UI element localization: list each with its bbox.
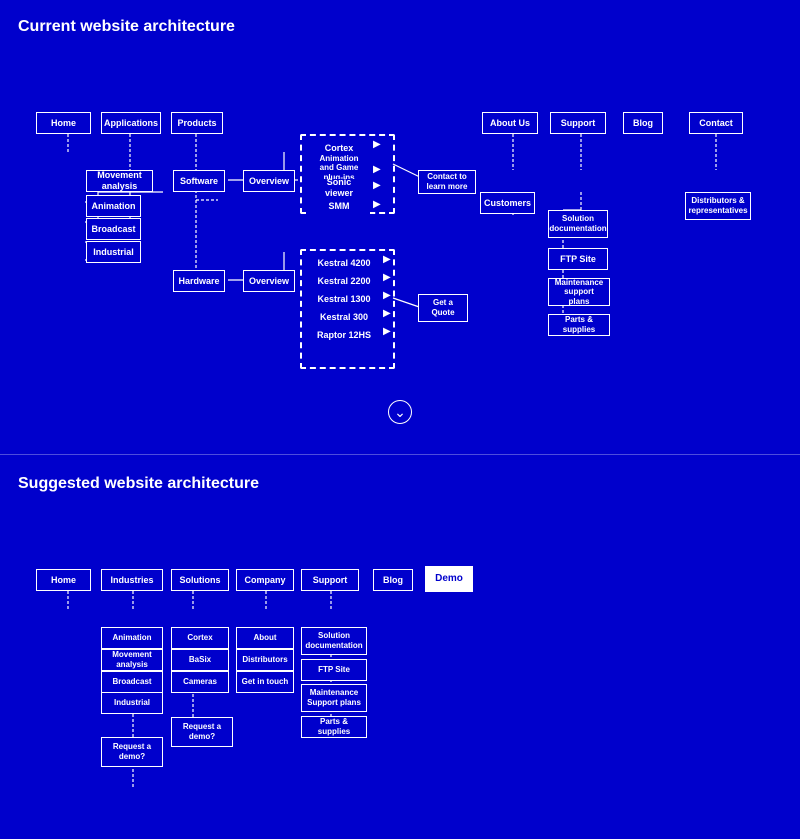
node-home: Home [36, 112, 91, 134]
section-suggested-title: Suggested website architecture [18, 475, 782, 493]
node-parts-supplies: Parts & supplies [548, 314, 610, 336]
section-divider [0, 454, 800, 455]
node2-request-demo2: Request a demo? [171, 717, 233, 747]
node-solution-doc: Solution documentation [548, 210, 608, 238]
node-sonic-viewer: Sonic viewer [308, 179, 370, 197]
node-get-quote: Get a Quote [418, 294, 468, 322]
node-kestral2200: Kestral 2200 [308, 272, 380, 290]
node2-solution-doc: Solution documentation [301, 627, 367, 655]
node-contact-learn: Contact to learn more [418, 170, 476, 194]
node-overview2: Overview [243, 270, 295, 292]
section-current-title: Current website architecture [18, 18, 782, 36]
node2-broadcast: Broadcast [101, 671, 163, 693]
node2-distributors: Distributors [236, 649, 294, 671]
node-customers: Customers [480, 192, 535, 214]
node2-parts-supplies: Parts & supplies [301, 716, 367, 738]
node2-cortex: Cortex [171, 627, 229, 649]
node-support: Support [550, 112, 606, 134]
node-overview1: Overview [243, 170, 295, 192]
node-animation: Animation [86, 195, 141, 217]
node2-solutions: Solutions [171, 569, 229, 591]
suggested-diagram: Home Industries Solutions Company Suppor… [18, 509, 782, 829]
node-kestral300: Kestral 300 [308, 308, 380, 326]
section-suggested: Suggested website architecture [0, 463, 800, 839]
node-distributors: Distributors & representatives [685, 192, 751, 220]
node2-home: Home [36, 569, 91, 591]
node-software: Software [173, 170, 225, 192]
node2-company: Company [236, 569, 294, 591]
node-animation-plugin: Animation and Game plug-ins [308, 157, 370, 179]
node2-basix: BaSix [171, 649, 229, 671]
node-industrial: Industrial [86, 241, 141, 263]
node2-request-demo1: Request a demo? [101, 737, 163, 767]
node-hardware: Hardware [173, 270, 225, 292]
node2-movement-analysis: Movement analysis [101, 649, 163, 671]
node2-support: Support [301, 569, 359, 591]
node-kestral1300: Kestral 1300 [308, 290, 380, 308]
node-maintenance: Maintenance support plans [548, 278, 610, 306]
node2-get-in-touch: Get in touch [236, 671, 294, 693]
node2-blog: Blog [373, 569, 413, 591]
node-movement-analysis: Movement analysis [86, 170, 153, 192]
node-raptor12hs: Raptor 12HS [308, 326, 380, 344]
node-blog: Blog [623, 112, 663, 134]
node2-animation: Animation [101, 627, 163, 649]
node-smm: SMM [308, 197, 370, 215]
section-current: Current website architecture [0, 0, 800, 446]
node2-industries: Industries [101, 569, 163, 591]
node2-industrial: Industrial [101, 692, 163, 714]
node2-demo[interactable]: Demo [425, 566, 473, 592]
current-diagram: Home Applications Products About Us Supp… [18, 52, 782, 392]
node-products: Products [171, 112, 223, 134]
node-kestral4200: Kestral 4200 [308, 254, 380, 272]
node-broadcast: Broadcast [86, 218, 141, 240]
node2-cameras: Cameras [171, 671, 229, 693]
node-about-us: About Us [482, 112, 538, 134]
node2-maintenance: Maintenance Support plans [301, 684, 367, 712]
node2-about: About [236, 627, 294, 649]
node-ftp-site: FTP Site [548, 248, 608, 270]
node-contact: Contact [689, 112, 743, 134]
node-applications: Applications [101, 112, 161, 134]
node2-ftp-site: FTP Site [301, 659, 367, 681]
expand-button[interactable]: ⌄ [388, 400, 412, 424]
